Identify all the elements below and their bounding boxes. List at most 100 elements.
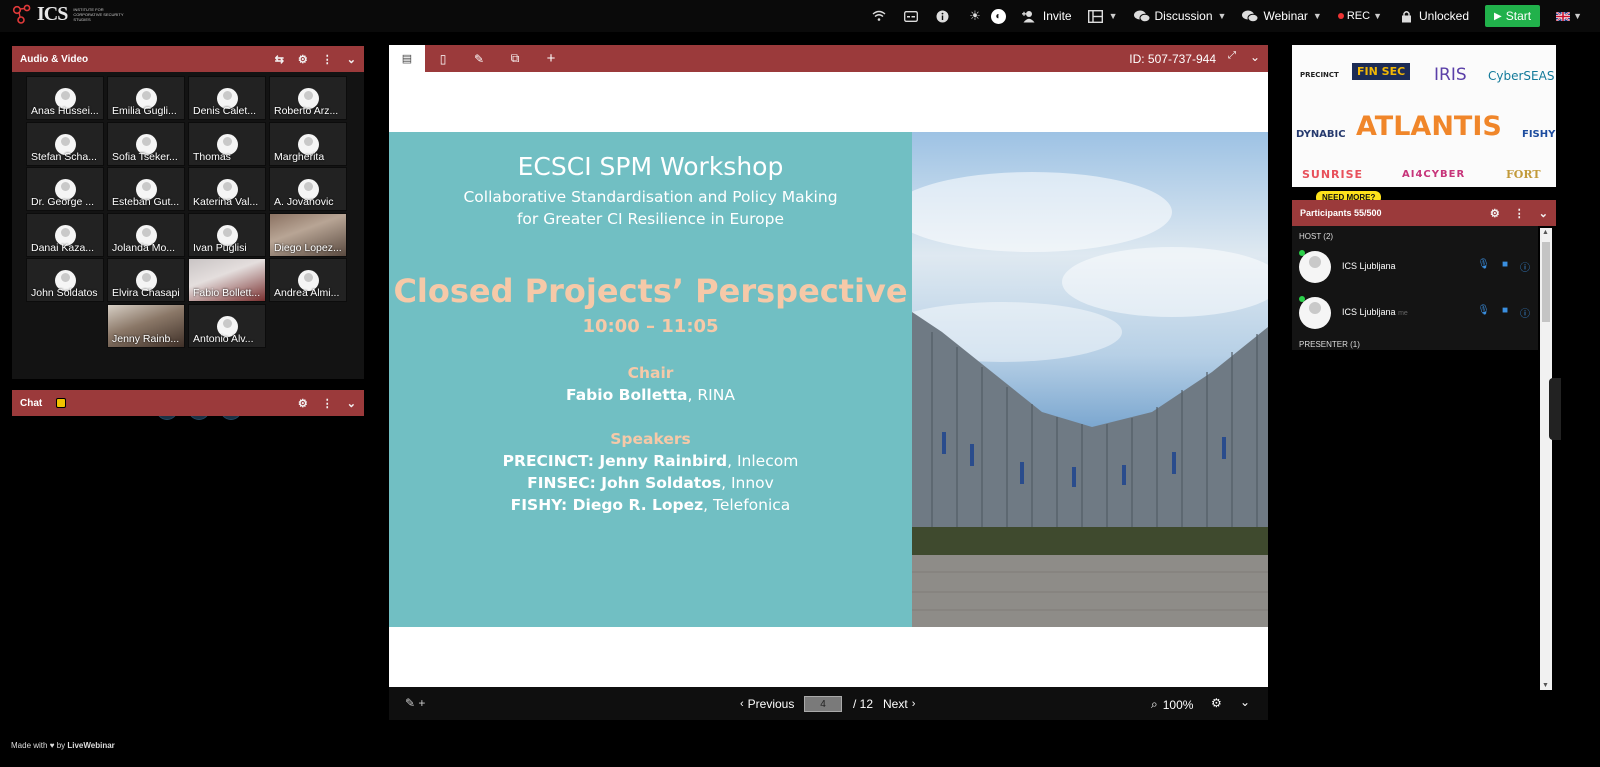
speaker-project: FINSEC: [527,474,602,492]
participants-scrollbar[interactable]: ▲ ▼ [1540,228,1552,690]
video-tile[interactable]: Anas Hussei... [26,76,104,120]
theme-toggle[interactable]: ☀ ◐ [959,0,1014,32]
video-tile[interactable]: Esteban Gut... [107,167,185,211]
more-vertical-icon[interactable]: ⋮ [1514,207,1525,220]
participant-name: Ivan Puglisi [193,241,247,254]
layout-button[interactable]: ▼ [1080,0,1126,32]
annotate-pencil-icon[interactable]: ✎ + [405,696,425,710]
gear-icon[interactable]: ⚙ [298,53,308,66]
project-logos-banner[interactable]: PRECINCT FIN SEC IRIS CyberSEAS DYNABIC … [1292,45,1556,187]
participant-name: Denis Calet... [193,105,257,117]
scroll-up-icon[interactable]: ▲ [1542,229,1549,236]
more-vertical-icon[interactable]: ⋮ [322,397,333,410]
participant-name: Emilia Gugli... [112,105,177,117]
captions-icon [903,8,919,24]
tab-whiteboard[interactable]: ✎ [461,45,497,72]
webinar-button[interactable]: Webinar ▼ [1234,0,1329,32]
heart-icon: ♥ [49,741,55,750]
start-button[interactable]: ▶ Start [1485,5,1541,27]
chevron-down-icon[interactable]: ⌄ [347,53,356,66]
chevron-down-icon[interactable]: ⌄ [347,397,356,410]
footer-credit: Made with ♥ by LiveWebinar [11,741,115,750]
more-vertical-icon[interactable]: ⋮ [322,53,333,66]
gear-icon[interactable]: ⚙ [1490,207,1500,220]
invite-button[interactable]: Invite [1014,0,1080,32]
livewebinar-link[interactable]: LiveWebinar [67,741,114,750]
video-tile[interactable]: Antonio Alv... [188,303,266,348]
record-label: REC [1346,10,1371,22]
video-tile[interactable]: Jenny Rainb... [107,303,185,348]
tab-presentation[interactable]: ▤ [389,45,425,72]
page-number-input[interactable] [804,696,842,712]
presentation-toolbar: ▤ ▯ ✎ ⧉ + ID: 507-737-944 ⤢ ⌄ [389,45,1268,72]
captions-button[interactable] [895,0,927,32]
video-tile[interactable]: John Soldatos [26,258,104,302]
participant-name: Danai Kaza... [31,241,95,254]
zoom-icon: ⌕ [1151,697,1158,711]
slide-subtitle-line1: Collaborative Standardisation and Policy… [463,188,838,206]
participant-row[interactable]: ICS Ljubljana me 🎙︎ ■ ⓘ [1292,292,1538,336]
video-tile[interactable]: Emilia Gugli... [107,76,185,120]
tab-screen[interactable]: ⧉ [497,45,533,72]
video-tile[interactable]: Diego Lopez... [269,212,347,257]
slide-subtitle: Collaborative Standardisation and Policy… [389,186,912,230]
video-tile[interactable]: Ivan Puglisi [188,212,266,257]
fullscreen-icon[interactable]: ⤢ [1228,50,1236,64]
speaker-name: John Soldatos [601,474,722,492]
tab-document[interactable]: ▯ [425,45,461,72]
chevron-down-icon: ▼ [1108,11,1118,21]
scrollbar-thumb[interactable] [1542,242,1550,322]
language-selector[interactable]: ▼ [1548,0,1590,32]
chair-org: , RINA [687,386,735,404]
microphone-icon[interactable]: 🎙︎ [1477,259,1490,274]
video-tile[interactable]: Fabio Bollett... [188,258,266,302]
discussion-button[interactable]: Discussion ▼ [1126,0,1235,32]
info-icon[interactable]: ⓘ [1520,259,1530,274]
swap-icon[interactable]: ⇆ [275,53,284,66]
video-tile[interactable]: Roberto Arz... [269,76,347,120]
video-tile[interactable]: Andrea Almi... [269,258,347,302]
plus-icon: + [546,50,556,67]
page-total: / 12 [853,697,874,711]
video-tile[interactable]: Elvira Chasapi [107,258,185,302]
video-tile[interactable]: Danai Kaza... [26,212,104,257]
speaker-org: , Inlecom [727,452,799,470]
moon-icon: ◐ [990,8,1006,24]
info-icon[interactable]: ⓘ [1520,305,1530,320]
camera-icon[interactable]: ■ [1502,259,1508,274]
chat-header: Chat ⚙ ⋮ ⌄ [12,390,364,416]
wifi-button[interactable] [863,0,895,32]
participant-name: Esteban Gut... [112,196,180,208]
video-tile[interactable]: Katerina Val... [188,167,266,211]
gear-icon[interactable]: ⚙ [298,397,308,410]
video-tile[interactable]: A. Jovanovic [269,167,347,211]
gear-icon[interactable]: ⚙ [1211,696,1222,710]
video-tile[interactable]: Denis Calet... [188,76,266,120]
side-panel-handle[interactable] [1549,378,1561,440]
participant-name-text: ICS Ljubljana [1342,307,1396,317]
camera-icon[interactable]: ■ [1502,305,1508,320]
info-button[interactable] [927,0,959,32]
avatar [1299,297,1331,329]
video-tile[interactable]: Margherita [269,121,347,166]
chevron-down-icon[interactable]: ⌄ [1539,207,1548,220]
zoom-control[interactable]: ⌕ 100% [1151,697,1193,712]
video-tile[interactable]: Jolanda Mo... [107,212,185,257]
record-button[interactable]: REC ▼ [1330,0,1390,32]
lock-button[interactable]: Unlocked [1390,0,1477,32]
microphone-icon[interactable]: 🎙︎ [1477,305,1490,320]
previous-button[interactable]: ‹ Previous [740,697,794,711]
chevron-down-icon[interactable]: ⌄ [1240,695,1250,709]
pencil-icon: ✎ [473,51,485,66]
chevron-down-icon[interactable]: ⌄ [1250,50,1260,64]
scroll-down-icon[interactable]: ▼ [1542,682,1549,689]
next-button[interactable]: Next › [883,697,915,711]
participant-row[interactable]: ICS Ljubljana 🎙︎ ■ ⓘ [1292,246,1538,290]
add-tab-button[interactable]: + [533,45,569,72]
video-tile[interactable]: Thomas [188,121,266,166]
video-tile[interactable]: Dr. George ... [26,167,104,211]
speaker-project: PRECINCT: [502,452,600,470]
video-tile[interactable]: Stefan Scha... [26,121,104,166]
slide-building-photo [912,132,1268,627]
video-tile[interactable]: Sofia Tseker... [107,121,185,166]
